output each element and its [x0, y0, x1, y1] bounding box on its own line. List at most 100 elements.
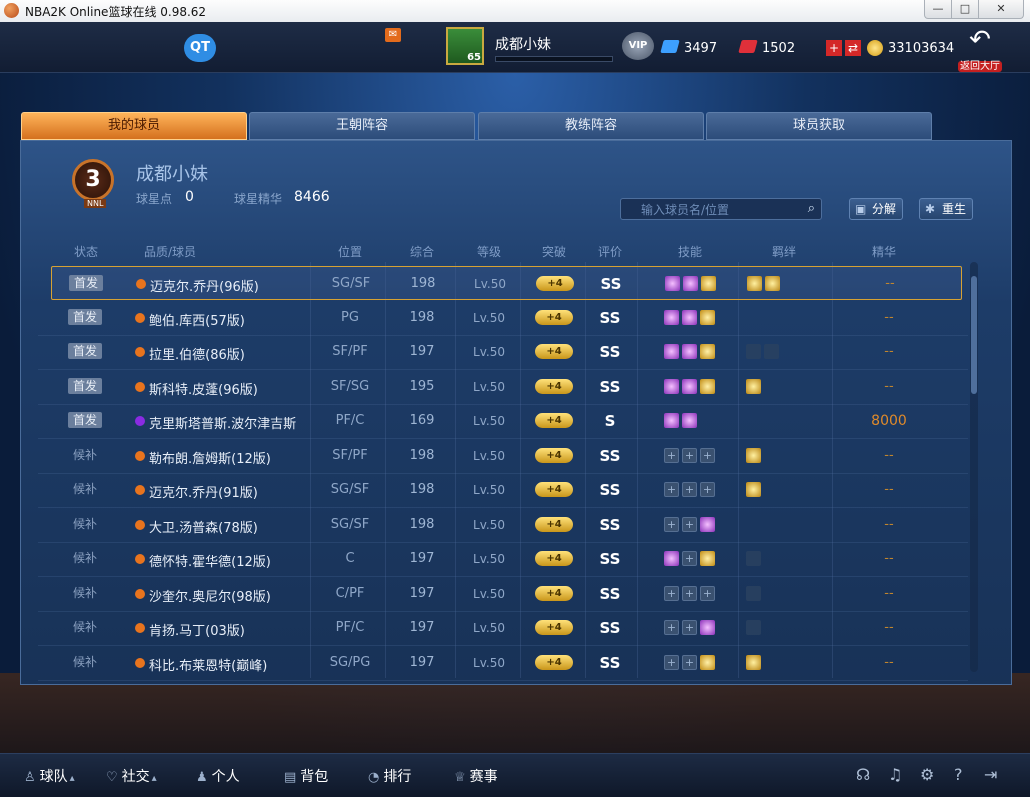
- player-name-cell[interactable]: 勒布朗.詹姆斯(12版): [149, 448, 271, 467]
- table-row[interactable]: 候补 沙奎尔.奥尼尔(98版) C/PF 197 Lv.50 +4 SS + + + --: [38, 577, 968, 612]
- player-name-cell[interactable]: 大卫.汤普森(78版): [149, 517, 258, 536]
- empty-skill-slot-icon[interactable]: +: [682, 482, 697, 497]
- skill-icon[interactable]: [700, 378, 715, 394]
- breakthrough-badge[interactable]: +4: [535, 447, 573, 463]
- bond-icon[interactable]: [765, 276, 780, 291]
- player-avatar[interactable]: 65: [446, 27, 484, 65]
- bond-icon[interactable]: [747, 276, 762, 291]
- player-name-cell[interactable]: 科比.布莱恩特(巅峰): [149, 655, 267, 674]
- table-row[interactable]: 首发 鲍伯.库西(57版) PG 198 Lv.50 +4 SS --: [38, 301, 968, 336]
- nav-item[interactable]: ▤ 背包: [284, 766, 334, 786]
- player-name-cell[interactable]: 德怀特.霍华德(12版): [149, 551, 271, 570]
- qt-chat-icon[interactable]: QT: [184, 34, 216, 62]
- music-icon[interactable]: ♫: [888, 765, 902, 784]
- bond-icon[interactable]: [746, 620, 761, 635]
- skill-icon[interactable]: [664, 378, 679, 394]
- breakthrough-badge[interactable]: +4: [536, 276, 574, 291]
- maximize-button[interactable]: □: [951, 0, 979, 19]
- skill-icon[interactable]: [700, 309, 715, 325]
- skill-icon[interactable]: [700, 620, 715, 635]
- col-bonds[interactable]: 羁绊: [772, 243, 796, 260]
- breakthrough-badge[interactable]: +4: [535, 551, 573, 566]
- col-quality-player[interactable]: 品质/球员: [144, 243, 196, 260]
- empty-skill-slot-icon[interactable]: +: [664, 482, 679, 497]
- empty-skill-slot-icon[interactable]: +: [682, 654, 697, 670]
- player-name-cell[interactable]: 斯科特.皮蓬(96版): [149, 379, 258, 398]
- table-row[interactable]: 首发 迈克尔.乔丹(96版) SG/SF 198 Lv.50 +4 SS --: [51, 266, 962, 300]
- skill-icon[interactable]: [700, 344, 715, 359]
- col-breakthrough[interactable]: 突破: [542, 243, 566, 260]
- nav-item[interactable]: ♕ 赛事: [454, 766, 504, 786]
- skill-icon[interactable]: [664, 413, 679, 428]
- nav-item[interactable]: ◔ 排行: [368, 766, 417, 786]
- bond-icon[interactable]: [746, 447, 761, 463]
- vip-badge-icon[interactable]: VIP: [622, 32, 654, 60]
- bond-icon[interactable]: [764, 344, 779, 359]
- tab-dynasty-lineup[interactable]: 王朝阵容: [249, 112, 475, 140]
- empty-skill-slot-icon[interactable]: +: [682, 551, 697, 566]
- empty-skill-slot-icon[interactable]: +: [682, 447, 697, 463]
- skill-icon[interactable]: [700, 654, 715, 670]
- search-input[interactable]: [639, 201, 803, 219]
- empty-skill-slot-icon[interactable]: +: [664, 620, 679, 635]
- table-row[interactable]: 候补 迈克尔.乔丹(91版) SG/SF 198 Lv.50 +4 SS + + + --: [38, 473, 968, 508]
- empty-skill-slot-icon[interactable]: +: [664, 516, 679, 532]
- bond-icon[interactable]: [746, 482, 761, 497]
- table-row[interactable]: 候补 大卫.汤普森(78版) SG/SF 198 Lv.50 +4 SS + + --: [38, 508, 968, 543]
- skill-icon[interactable]: [700, 516, 715, 532]
- col-grade[interactable]: 评价: [598, 243, 622, 260]
- table-row[interactable]: 首发 斯科特.皮蓬(96版) SF/SG 195 Lv.50 +4 SS --: [38, 370, 968, 405]
- close-window-button[interactable]: ✕: [978, 0, 1024, 19]
- empty-skill-slot-icon[interactable]: +: [664, 654, 679, 670]
- player-name-cell[interactable]: 拉里.伯德(86版): [149, 344, 245, 363]
- tab-my-players[interactable]: 我的球员: [21, 112, 247, 140]
- col-position[interactable]: 位置: [338, 243, 362, 260]
- col-skills[interactable]: 技能: [678, 243, 702, 260]
- empty-skill-slot-icon[interactable]: +: [682, 620, 697, 635]
- empty-skill-slot-icon[interactable]: +: [700, 447, 715, 463]
- minimize-button[interactable]: —: [924, 0, 952, 19]
- exit-icon[interactable]: ⇥: [984, 765, 997, 784]
- return-lobby-button[interactable]: ↶ 返回大厅: [958, 26, 1002, 72]
- skill-icon[interactable]: [665, 276, 680, 291]
- skill-icon[interactable]: [664, 551, 679, 566]
- settings-icon[interactable]: ⚙: [920, 765, 934, 784]
- tab-player-acquire[interactable]: 球员获取: [706, 112, 932, 140]
- col-essence[interactable]: 精华: [872, 243, 896, 260]
- breakthrough-badge[interactable]: +4: [535, 516, 573, 532]
- breakthrough-badge[interactable]: +4: [535, 654, 573, 670]
- player-name-cell[interactable]: 沙奎尔.奥尼尔(98版): [149, 586, 271, 605]
- player-name-cell[interactable]: 迈克尔.乔丹(96版): [150, 276, 259, 295]
- empty-skill-slot-icon[interactable]: +: [664, 447, 679, 463]
- skill-icon[interactable]: [700, 551, 715, 566]
- player-name-cell[interactable]: 鲍伯.库西(57版): [149, 310, 245, 329]
- table-row[interactable]: 首发 拉里.伯德(86版) SF/PF 197 Lv.50 +4 SS --: [38, 335, 968, 370]
- skill-icon[interactable]: [682, 413, 697, 428]
- breakthrough-badge[interactable]: +4: [535, 620, 573, 635]
- table-row[interactable]: 候补 德怀特.霍华德(12版) C 197 Lv.50 +4 SS + --: [38, 542, 968, 577]
- skill-icon[interactable]: [682, 378, 697, 394]
- add-currency-icon[interactable]: +: [826, 40, 842, 56]
- skill-icon[interactable]: [682, 309, 697, 325]
- table-row[interactable]: 首发 克里斯塔普斯.波尔津吉斯 PF/C 169 Lv.50 +4 S 8000: [38, 404, 968, 439]
- exchange-icon[interactable]: ⇄: [845, 40, 861, 56]
- skill-icon[interactable]: [682, 344, 697, 359]
- skill-icon[interactable]: [701, 276, 716, 291]
- table-row[interactable]: 候补 勒布朗.詹姆斯(12版) SF/PF 198 Lv.50 +4 SS + + + --: [38, 439, 968, 474]
- scrollbar-thumb[interactable]: [971, 276, 977, 394]
- skill-icon[interactable]: [664, 344, 679, 359]
- skill-icon[interactable]: [664, 309, 679, 325]
- bond-icon[interactable]: [746, 654, 761, 670]
- player-name-cell[interactable]: 迈克尔.乔丹(91版): [149, 482, 258, 501]
- empty-skill-slot-icon[interactable]: +: [682, 516, 697, 532]
- nav-item[interactable]: ♙ 球队 ▴: [24, 766, 79, 786]
- rebirth-button[interactable]: ✱ 重生: [919, 198, 974, 220]
- empty-skill-slot-icon[interactable]: +: [700, 482, 715, 497]
- empty-skill-slot-icon[interactable]: +: [682, 585, 697, 601]
- breakthrough-badge[interactable]: +4: [535, 344, 573, 359]
- table-row[interactable]: 候补 肯扬.马丁(03版) PF/C 197 Lv.50 +4 SS + + --: [38, 611, 968, 646]
- tab-coach-lineup[interactable]: 教练阵容: [478, 112, 704, 140]
- mail-icon[interactable]: ✉: [385, 28, 401, 42]
- player-name-cell[interactable]: 克里斯塔普斯.波尔津吉斯: [149, 413, 296, 432]
- customer-service-icon[interactable]: ☊: [856, 765, 870, 784]
